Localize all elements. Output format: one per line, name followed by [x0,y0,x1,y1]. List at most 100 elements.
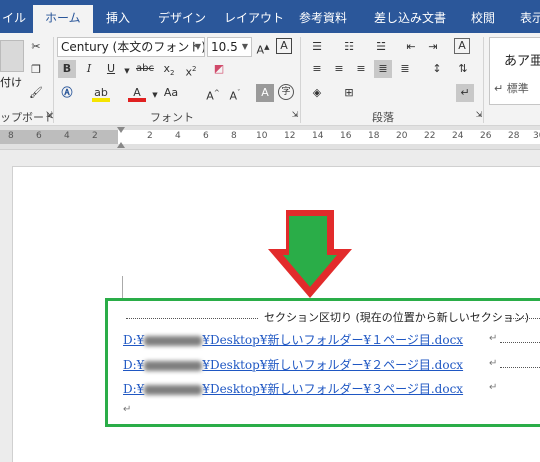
link-prefix: D:¥ [123,358,145,372]
grow-font-icon[interactable]: A▲ [254,38,272,57]
return-mark: ↵ [489,358,498,369]
link-path: ¥Desktop¥新しいフォルダー¥１ページ目.docx [202,333,464,347]
section-break-dots [506,318,540,319]
ruler-number: 22 [424,131,436,141]
redacted-username [144,384,203,395]
superscript-button[interactable]: x2 [182,60,200,79]
redacted-username [144,360,203,371]
justify-icon[interactable]: ≣ [374,60,392,78]
ruler-number: 16 [340,131,352,141]
copy-icon[interactable]: ❐ [27,61,45,79]
ruler-margin [0,130,118,144]
change-case-icon[interactable]: Aa [162,84,180,102]
font-size-select[interactable]: 10.5 ▼ [207,37,252,57]
distributed-icon[interactable]: ≣ [396,60,414,78]
divider [483,37,484,123]
subscript-button[interactable]: x2 [160,60,178,78]
tab-insert[interactable]: 挿入 [106,9,130,26]
ribbon-tab-bar: イル ホーム 挿入 デザイン レイアウト 参考資料 差し込み文書 校閲 表示 [0,0,540,33]
strikethrough-button[interactable]: abc [134,60,156,78]
ruler-number: 10 [256,131,268,141]
align-left-icon[interactable]: ≡ [308,60,326,78]
tab-mailings[interactable]: 差し込み文書 [374,9,446,26]
text-effects-eraser-icon[interactable]: ◩ [210,60,228,78]
divider [53,37,54,123]
ruler-text-area [118,130,540,144]
annotation-arrow-icon [268,210,352,298]
decrease-indent-icon[interactable]: ⇤ [402,38,420,56]
clear-formatting-icon[interactable]: A [276,38,292,54]
italic-button[interactable]: I [80,60,98,78]
increase-indent-icon[interactable]: ⇥ [424,38,442,56]
tab-design[interactable]: デザイン [158,9,206,26]
tab-review[interactable]: 校閲 [471,9,495,26]
line-spacing-icon[interactable]: ↕ [428,60,446,78]
font-group-label: フォント [150,111,194,124]
character-shading-icon[interactable]: A [256,84,274,102]
align-center-icon[interactable]: ≡ [330,60,348,78]
font-name-select[interactable]: Century (本文のフォント) ▼ [57,37,205,57]
bold-button[interactable]: B [58,60,76,78]
return-mark: ↵ [489,382,498,393]
show-marks-icon[interactable]: ↵ [456,84,474,102]
margin-crop-mark [122,276,123,298]
ruler-number: 2 [147,131,153,141]
font-size-value: 10.5 [211,40,238,54]
tab-view[interactable]: 表示 [520,9,540,26]
hanging-indent-marker[interactable] [117,142,125,148]
ruler-number: 4 [175,131,181,141]
ruler-number: 14 [312,131,324,141]
document-link-1[interactable]: D:¥ ¥Desktop¥新しいフォルダー¥１ページ目.docx [123,331,463,348]
ruler-number: 28 [508,131,520,141]
redacted-username [144,335,203,346]
ruler-number: 4 [64,131,70,141]
paste-button-label[interactable]: 付け [0,74,22,90]
field-dots [500,342,540,343]
first-line-indent-marker[interactable] [117,127,125,133]
borders-icon[interactable]: ⊞ [340,84,358,102]
link-path: ¥Desktop¥新しいフォルダー¥３ページ目.docx [202,382,464,396]
numbering-icon[interactable]: ☷ [340,38,358,56]
ruler-number: 26 [480,131,492,141]
tab-home[interactable]: ホーム [33,5,93,33]
clipboard-launcher-icon[interactable]: ⇲ [40,106,58,124]
return-mark: ↵ [123,404,132,415]
bullets-icon[interactable]: ☰ [308,38,326,56]
align-right-icon[interactable]: ≡ [352,60,370,78]
enclose-characters-icon[interactable]: 字 [278,84,294,100]
paragraph-group-label: 段落 [372,111,394,124]
cut-icon[interactable]: ✂ [27,38,45,56]
format-painter-icon[interactable]: 🖌 [27,84,45,102]
section-break-label: セクション区切り (現在の位置から新しいセクション) [264,311,530,324]
paragraph-launcher-icon[interactable]: ⇲ [470,106,488,124]
font-launcher-icon[interactable]: ⇲ [286,106,304,124]
font-name-value: Century (本文のフォント) [61,40,205,54]
document-link-2[interactable]: D:¥ ¥Desktop¥新しいフォルダー¥２ページ目.docx [123,356,463,373]
ruler-number: 6 [203,131,209,141]
grow-font-icon[interactable]: A^ [204,84,222,103]
ruler-number: 8 [231,131,237,141]
tab-layout[interactable]: レイアウト [224,9,284,26]
ruler-number: 30 [533,131,540,141]
chevron-down-icon: ▼ [194,42,201,51]
shrink-font-icon[interactable]: Aˇ [226,84,244,103]
shading-icon[interactable]: ◈ [308,84,326,102]
text-effects-icon[interactable]: Ⓐ [58,84,76,102]
style-name: ↵ 標準 [494,82,529,95]
asian-layout-icon[interactable]: A [454,38,470,54]
highlight-color-icon[interactable]: ab [92,84,110,102]
sort-icon[interactable]: ⇅ [454,60,472,78]
chevron-down-icon: ▼ [241,42,248,51]
tab-file[interactable]: イル [2,9,26,26]
ruler-number: 6 [36,131,42,141]
document-link-3[interactable]: D:¥ ¥Desktop¥新しいフォルダー¥３ページ目.docx [123,380,463,397]
paste-icon[interactable] [0,40,24,72]
ruler-number: 2 [92,131,98,141]
multilevel-list-icon[interactable]: ☱ [372,38,390,56]
style-gallery-item-normal[interactable]: あア亜 ↵ 標準 [489,37,540,105]
font-color-icon[interactable]: A [128,84,146,102]
return-mark: ↵ [489,333,498,344]
tab-references[interactable]: 参考資料 [299,9,347,26]
ruler-number: 8 [8,131,14,141]
ruler-number: 24 [452,131,464,141]
